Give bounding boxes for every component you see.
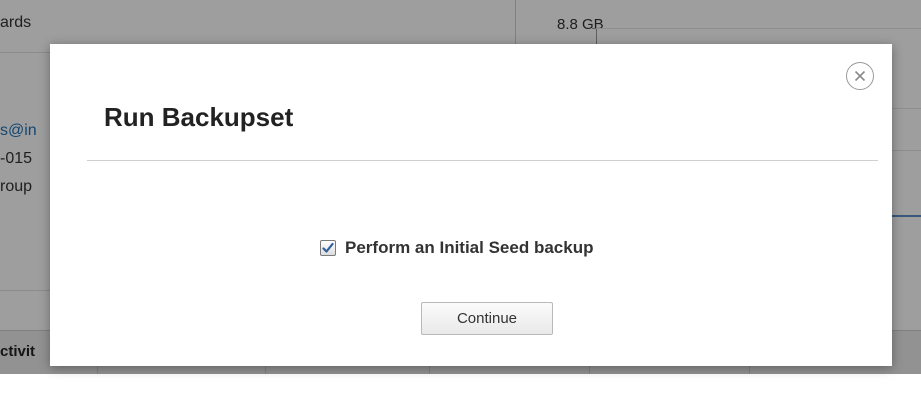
close-button[interactable] xyxy=(846,62,874,90)
continue-button[interactable]: Continue xyxy=(421,302,553,335)
initial-seed-label[interactable]: Perform an Initial Seed backup xyxy=(345,238,593,258)
page-footer-strip xyxy=(0,374,921,394)
run-backupset-dialog: Run Backupset Perform an Initial Seed ba… xyxy=(50,44,892,366)
dialog-title: Run Backupset xyxy=(104,102,294,132)
close-icon xyxy=(854,70,866,82)
checkmark-icon xyxy=(322,242,334,253)
title-divider xyxy=(87,160,878,161)
initial-seed-option: Perform an Initial Seed backup xyxy=(320,237,593,259)
initial-seed-checkbox[interactable] xyxy=(320,240,336,256)
